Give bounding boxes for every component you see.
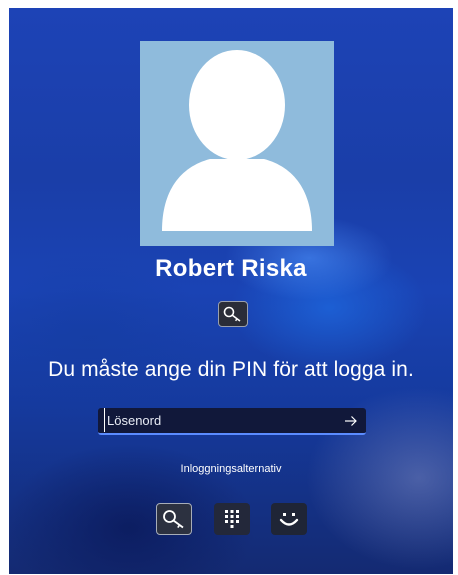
user-name: Robert Riska <box>155 255 307 282</box>
pin-key-icon <box>218 301 248 327</box>
signin-option-face-button[interactable] <box>271 503 307 535</box>
pin-required-message: Du måste ange din PIN för att logga in. <box>48 358 414 381</box>
key-icon <box>223 306 241 322</box>
password-input[interactable] <box>104 408 337 432</box>
user-silhouette-icon <box>162 50 312 231</box>
signin-options-link[interactable]: Inloggningsalternativ <box>9 463 453 475</box>
key-icon <box>163 510 184 529</box>
password-field[interactable] <box>98 408 366 435</box>
lock-screen: Robert Riska Du måste ange din PIN för a… <box>9 8 453 574</box>
smiley-face-icon <box>279 513 299 526</box>
signin-option-pin-button[interactable] <box>156 503 192 535</box>
arrow-right-icon <box>345 416 357 426</box>
user-avatar <box>140 41 334 246</box>
signin-option-keypad-button[interactable] <box>214 503 250 535</box>
keypad-icon <box>225 510 239 528</box>
submit-arrow-button[interactable] <box>342 412 360 430</box>
